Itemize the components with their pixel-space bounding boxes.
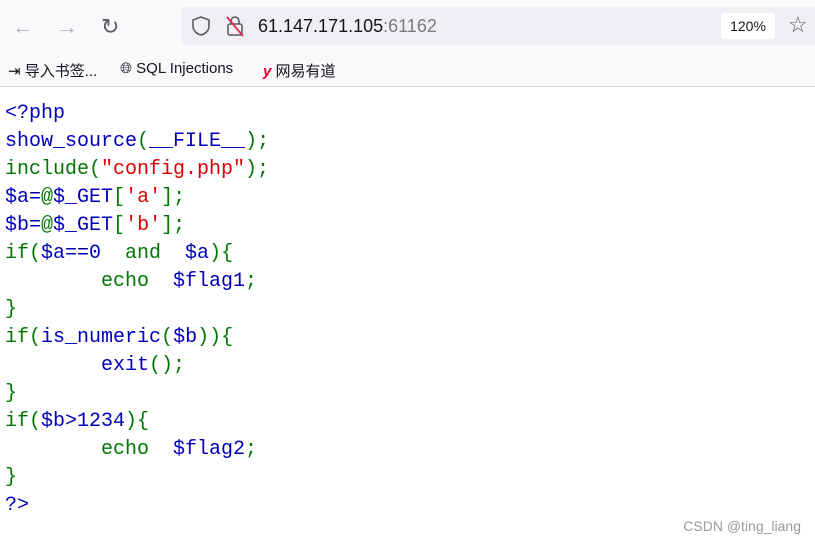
code-token: } [5,466,18,489]
code-token: if( [5,242,42,265]
code-token: ( [137,130,150,153]
url-text[interactable]: 61.147.171.105:61162 [258,16,437,37]
watermark: CSDN @ting_liang [683,518,801,534]
code-token: __FILE__ [149,130,246,153]
star-icon[interactable]: ☆ [788,12,808,38]
code-token: ){ [125,410,150,433]
insecure-lock-icon[interactable] [226,15,244,37]
code-token: ]; [161,186,186,209]
code-token: ; [245,438,258,461]
bookmark-youdao[interactable]: y 网易有道 [263,60,336,81]
shield-icon[interactable] [192,16,210,36]
code-token: exit [101,354,150,377]
code-line: } [5,380,269,408]
code-token: ){ [209,242,234,265]
code-token: ); [245,158,270,181]
bookmark-import[interactable]: ⇥ 导入书签... [8,60,97,81]
code-line: if(is_numeric($b)){ [5,324,269,352]
code-line: } [5,296,269,324]
code-token: } [5,382,18,405]
code-line: echo $flag1; [5,268,269,296]
code-token: $a= [5,186,42,209]
code-line: include("config.php"); [5,156,269,184]
code-token: (); [149,354,186,377]
import-icon: ⇥ [8,63,25,80]
browser-toolbar: ← → ↻ 61.147.171.105:61162 120% ☆ [0,0,815,52]
code-token: $b= [5,214,42,237]
code-token: $flag2 [173,438,246,461]
code-token: ]; [161,214,186,237]
code-token: $a==0 [41,242,102,265]
code-token: [ [113,214,126,237]
code-token: ; [245,270,258,293]
code-token: $_GET [53,214,114,237]
code-line: if($b>1234){ [5,408,269,436]
code-token: $a [185,242,210,265]
code-token: } [5,298,18,321]
globe-icon: 🌐︎ [120,60,137,77]
code-token: @ [41,186,54,209]
php-source-code: <?php show_source(__FILE__); include("conf… [5,100,269,520]
code-token: show_source [5,130,138,153]
code-line: ?> [5,492,269,520]
code-token: ?> [5,494,30,517]
bookmark-sql-injections[interactable]: 🌐︎ SQL Injections [120,60,233,77]
code-token: $flag1 [173,270,246,293]
reload-button[interactable]: ↻ [101,14,119,40]
code-token: )){ [197,326,234,349]
code-line: $a=@$_GET['a']; [5,184,269,212]
code-line: if($a==0 and $a){ [5,240,269,268]
back-button[interactable]: ← [12,14,34,40]
code-line: <?php [5,100,269,128]
code-token: 'a' [125,186,162,209]
code-line: show_source(__FILE__); [5,128,269,156]
code-token: <?php [5,102,66,125]
code-token: @ [41,214,54,237]
code-token: $_GET [53,186,114,209]
code-token: echo [5,270,174,293]
code-token: [ [113,186,126,209]
code-token: ); [245,130,270,153]
code-token: if( [5,326,42,349]
zoom-level-button[interactable]: 120% [721,13,775,39]
code-token: include( [5,158,102,181]
code-line: } [5,464,269,492]
code-line: echo $flag2; [5,436,269,464]
code-token: "config.php" [101,158,246,181]
forward-button[interactable]: → [56,14,78,40]
youdao-icon: y [263,63,276,80]
code-token: if( [5,410,42,433]
code-token: $b [173,326,198,349]
code-token: and [101,242,186,265]
code-token: echo [5,438,174,461]
code-line: exit(); [5,352,269,380]
bookmarks-bar: ⇥ 导入书签... 🌐︎ SQL Injections y 网易有道 [0,52,815,87]
code-line: $b=@$_GET['b']; [5,212,269,240]
code-token: ( [161,326,174,349]
url-bar[interactable]: 61.147.171.105:61162 120% ☆ [181,7,815,45]
code-token: is_numeric [41,326,162,349]
code-token: $b>1234 [41,410,126,433]
code-token: 'b' [125,214,162,237]
